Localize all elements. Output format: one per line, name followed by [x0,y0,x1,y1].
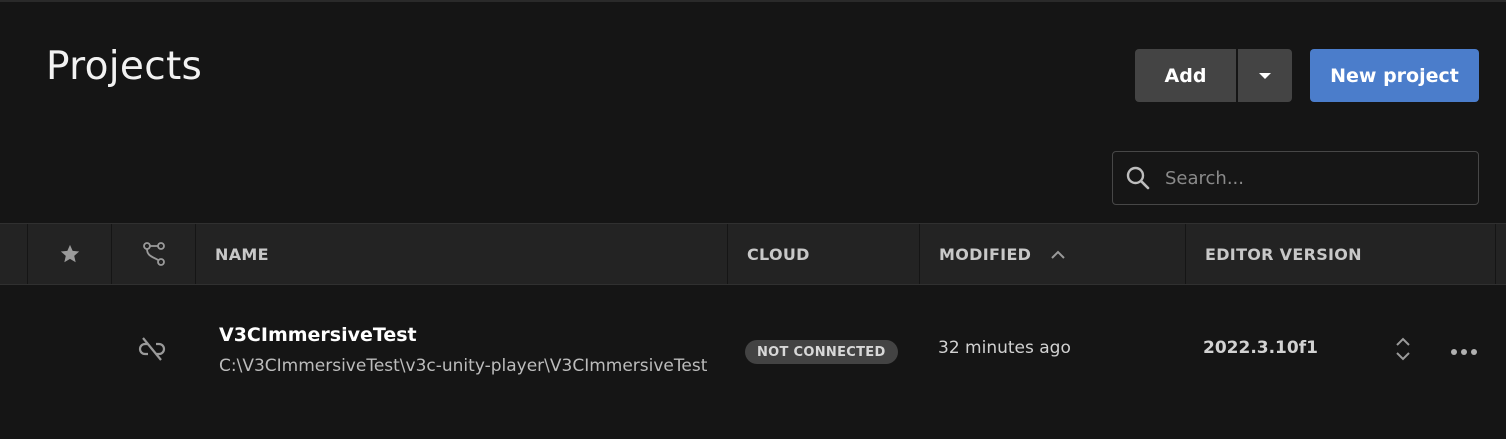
column-modified-label: MODIFIED [939,244,1032,264]
more-options-icon[interactable] [1450,342,1478,361]
cloud-status-badge: NOT CONNECTED [745,340,898,364]
caret-down-icon [1259,72,1271,79]
editor-version: 2022.3.10f1 [1203,338,1318,358]
project-name: V3CImmersiveTest [219,324,417,346]
column-cloud[interactable]: CLOUD [728,224,920,284]
table-header: NAME CLOUD MODIFIED EDITOR VERSION [0,223,1506,285]
column-editor-version[interactable]: EDITOR VERSION [1186,224,1496,284]
search-input[interactable] [1163,166,1467,190]
column-version-control[interactable] [112,224,196,284]
new-project-button[interactable]: New project [1310,49,1479,102]
star-icon [60,244,79,263]
column-name[interactable]: NAME [196,224,728,284]
unlinked-icon [137,336,167,366]
project-path: C:\V3CImmersiveTest\v3c-unity-player\V3C… [219,356,708,376]
page-title: Projects [46,44,203,89]
column-favorite[interactable] [28,224,112,284]
add-dropdown-button[interactable] [1238,49,1292,102]
header-spacer [0,224,28,284]
sort-ascending-icon [1051,250,1065,259]
version-select-icon[interactable] [1394,336,1412,366]
table-row[interactable]: V3CImmersiveTest C:\V3CImmersiveTest\v3c… [0,286,1506,414]
search-icon [1125,164,1153,192]
add-button[interactable]: Add [1135,49,1236,102]
modified-time: 32 minutes ago [938,338,1071,358]
search-box[interactable] [1112,151,1479,205]
branch-icon [142,242,165,266]
column-modified[interactable]: MODIFIED [920,224,1186,284]
top-divider [0,0,1506,2]
